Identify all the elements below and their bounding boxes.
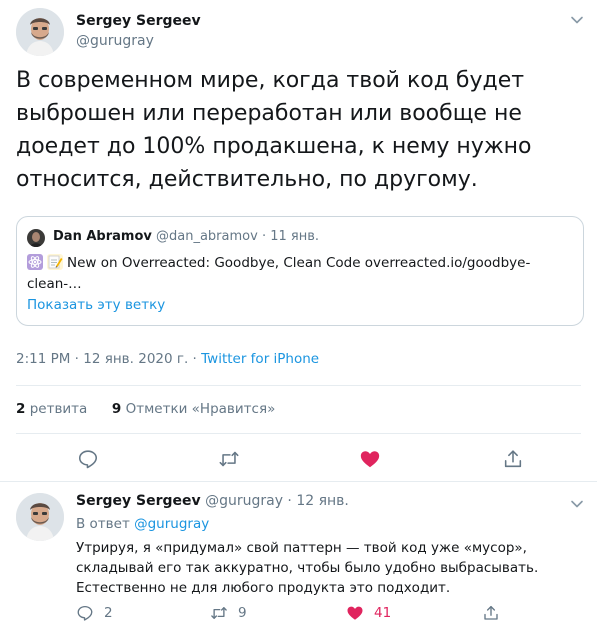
author-handle[interactable]: @gurugray: [76, 33, 154, 49]
reply-like-count: 41: [374, 605, 392, 621]
reply-icon: [78, 450, 98, 469]
heart-icon: [360, 451, 380, 468]
atom-emoji: [27, 254, 43, 270]
divider: [0, 481, 597, 482]
tweet-meta: 2:11 PM · 12 янв. 2020 г. · Twitter for …: [16, 351, 319, 367]
chevron-down-icon[interactable]: [570, 497, 584, 511]
tweet-text: В современном мире, когда твой код будет…: [16, 68, 532, 192]
divider: [16, 385, 581, 386]
reply-retweet-button[interactable]: 9: [210, 603, 247, 623]
reply-reply-button[interactable]: 2: [76, 603, 113, 623]
quoted-author-handle: @dan_abramov: [156, 229, 258, 244]
quoted-author-avatar: [27, 229, 45, 247]
reply-icon: [77, 605, 93, 621]
reply-share-button[interactable]: [482, 603, 510, 623]
share-button[interactable]: [502, 448, 524, 470]
reply-reply-count: 2: [104, 605, 113, 621]
like-count: 9: [111, 401, 122, 417]
tweet-source[interactable]: Twitter for iPhone: [201, 351, 319, 367]
reply-author-handle[interactable]: @gurugray: [205, 493, 283, 509]
reply-button[interactable]: [77, 448, 99, 470]
share-icon: [504, 450, 522, 468]
retweet-count: 2: [16, 401, 26, 417]
quoted-author-name: Dan Abramov: [53, 229, 152, 244]
reply-like-button[interactable]: 41: [346, 603, 391, 623]
retweet-icon: [219, 451, 239, 467]
author-name[interactable]: Sergey Sergeev: [76, 13, 201, 29]
like-button[interactable]: [359, 448, 381, 470]
tweet-stats: 2 ретвита 9 Отметки «Нравится»: [16, 401, 275, 417]
reply-author-name[interactable]: Sergey Sergeev: [76, 493, 201, 509]
reply-date[interactable]: · 12 янв.: [283, 493, 348, 509]
show-thread-link[interactable]: Показать эту ветку: [27, 297, 165, 313]
tweet-timestamp[interactable]: 2:11 PM · 12 янв. 2020 г. ·: [16, 351, 201, 367]
quoted-date: · 11 янв.: [257, 229, 319, 244]
retweet-label: ретвита: [29, 401, 88, 417]
retweet-stat[interactable]: 2 ретвита: [16, 401, 87, 417]
quoted-tweet-text: New on Overreacted: Goodbye, Clean Code …: [27, 255, 531, 292]
reply-text: Утрируя, я «придумал» свой паттерн — тво…: [76, 540, 539, 596]
reply-retweet-count: 9: [238, 605, 247, 621]
chevron-down-icon[interactable]: [570, 13, 584, 27]
reply-author-avatar[interactable]: [16, 493, 64, 541]
reply-header: Sergey Sergeev @gurugray · 12 янв.: [76, 493, 349, 509]
quoted-tweet[interactable]: Dan Abramov @dan_abramov · 11 янв. New o…: [16, 216, 584, 326]
author-avatar[interactable]: [16, 8, 64, 56]
retweet-button[interactable]: [218, 448, 240, 470]
retweet-icon: [211, 607, 227, 619]
memo-emoji: [47, 254, 63, 270]
divider: [16, 433, 581, 434]
share-icon: [484, 605, 498, 620]
heart-icon: [347, 606, 363, 620]
like-stat[interactable]: 9 Отметки «Нравится»: [112, 401, 275, 417]
reply-to-line: В ответ @gurugray: [76, 516, 209, 532]
like-label: Отметки «Нравится»: [125, 401, 276, 417]
reply-to-handle[interactable]: @gurugray: [134, 516, 209, 532]
reply-to-label: В ответ: [76, 516, 135, 532]
